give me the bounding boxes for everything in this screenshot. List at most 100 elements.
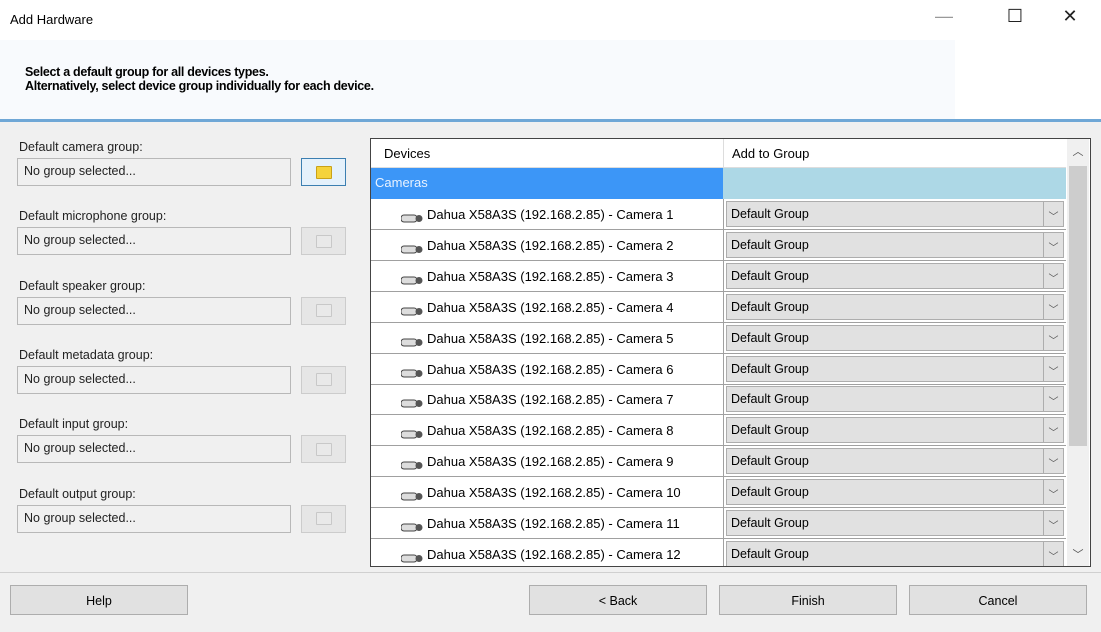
speaker-group-field[interactable]: No group selected... — [17, 296, 291, 325]
chevron-down-icon[interactable]: ﹀ — [1043, 480, 1063, 505]
column-header-add-to-group[interactable]: Add to Group — [723, 139, 1066, 167]
table-row[interactable]: Dahua X58A3S (192.168.2.85) - Camera 2 D… — [371, 229, 1066, 261]
camera-icon — [400, 520, 423, 532]
group-dropdown[interactable]: Default Group ﹀ — [726, 355, 1064, 382]
folder-icon — [315, 512, 332, 525]
table-row[interactable]: Dahua X58A3S (192.168.2.85) - Camera 1 D… — [371, 199, 1066, 230]
scroll-up-icon[interactable]: ︿ — [1067, 143, 1089, 159]
folder-icon — [315, 304, 332, 318]
camera-group-field[interactable]: No group selected... — [17, 158, 291, 186]
table-row[interactable]: Dahua X58A3S (192.168.2.85) - Camera 9 D… — [371, 446, 1066, 478]
group-dropdown[interactable]: Default Group ﹀ — [726, 293, 1064, 320]
chevron-down-icon[interactable]: ﹀ — [1043, 356, 1063, 381]
microphone-group-browse-button[interactable] — [301, 227, 346, 256]
finish-button[interactable]: Finish — [719, 585, 897, 615]
device-name: Dahua X58A3S (192.168.2.85) - Camera 12 — [427, 546, 681, 562]
folder-icon — [315, 442, 332, 456]
folder-icon — [315, 165, 332, 179]
device-name: Dahua X58A3S (192.168.2.85) - Camera 11 — [427, 516, 680, 531]
device-name: Dahua X58A3S (192.168.2.85) - Camera 9 — [427, 454, 674, 470]
table-row[interactable]: Dahua X58A3S (192.168.2.85) - Camera 10 … — [371, 477, 1066, 509]
input-group-browse-button[interactable] — [301, 435, 346, 464]
title-bar: Add Hardware — ☐ ✕ — [0, 0, 1101, 40]
folder-icon — [315, 373, 332, 387]
back-button[interactable]: < Back — [529, 585, 707, 615]
device-name: Dahua X58A3S (192.168.2.85) - Camera 7 — [427, 392, 674, 408]
output-group-label: Default output group: — [19, 486, 136, 501]
output-group-field[interactable]: No group selected... — [17, 504, 291, 533]
table-row[interactable]: Dahua X58A3S (192.168.2.85) - Camera 5 D… — [371, 322, 1066, 354]
group-dropdown[interactable]: Default Group ﹀ — [726, 479, 1064, 506]
microphone-group-label: Default microphone group: — [19, 209, 167, 224]
group-dropdown[interactable]: Default Group ﹀ — [726, 262, 1064, 289]
instructions-header: Select a default group for all devices t… — [0, 40, 1101, 119]
camera-icon — [400, 335, 423, 347]
chevron-down-icon[interactable]: ﹀ — [1043, 449, 1063, 474]
camera-icon — [400, 273, 423, 285]
camera-icon — [400, 211, 423, 223]
table-row[interactable]: Dahua X58A3S (192.168.2.85) - Camera 8 D… — [371, 415, 1066, 447]
camera-icon — [400, 458, 423, 470]
device-name: Dahua X58A3S (192.168.2.85) - Camera 5 — [427, 330, 674, 346]
camera-icon — [400, 551, 423, 563]
divider — [0, 119, 1101, 122]
maximize-button[interactable]: ☐ — [995, 6, 1035, 32]
speaker-group-label: Default speaker group: — [19, 278, 146, 293]
device-name: Dahua X58A3S (192.168.2.85) - Camera 4 — [427, 299, 674, 315]
camera-icon — [400, 427, 423, 439]
input-group-field[interactable]: No group selected... — [17, 435, 291, 464]
group-dropdown[interactable]: Default Group ﹀ — [726, 417, 1064, 444]
table-row[interactable]: Dahua X58A3S (192.168.2.85) - Camera 4 D… — [371, 291, 1066, 323]
device-name: Dahua X58A3S (192.168.2.85) - Camera 2 — [427, 237, 674, 253]
close-button[interactable]: ✕ — [1050, 6, 1090, 32]
table-header: Devices Add to Group — [371, 139, 1066, 168]
metadata-group-label: Default metadata group: — [19, 347, 154, 362]
device-name: Dahua X58A3S (192.168.2.85) - Camera 6 — [427, 361, 674, 377]
category-row-cameras[interactable]: Cameras — [371, 168, 1066, 199]
device-name: Dahua X58A3S (192.168.2.85) - Camera 8 — [427, 423, 674, 439]
group-dropdown[interactable]: Default Group ﹀ — [726, 201, 1064, 227]
output-group-browse-button[interactable] — [301, 504, 346, 533]
camera-icon — [400, 489, 423, 501]
group-dropdown[interactable]: Default Group ﹀ — [726, 448, 1064, 475]
group-dropdown[interactable]: Default Group ﹀ — [726, 231, 1064, 258]
table-row[interactable]: Dahua X58A3S (192.168.2.85) - Camera 11 … — [371, 508, 1066, 539]
help-button[interactable]: Help — [10, 585, 188, 615]
group-dropdown[interactable]: Default Group ﹀ — [726, 510, 1064, 536]
table-row[interactable]: Dahua X58A3S (192.168.2.85) - Camera 3 D… — [371, 260, 1066, 292]
camera-icon — [400, 396, 423, 408]
chevron-down-icon[interactable]: ﹀ — [1043, 263, 1063, 288]
cancel-button[interactable]: Cancel — [909, 585, 1087, 615]
column-header-devices[interactable]: Devices — [371, 139, 723, 167]
scroll-down-icon[interactable]: ﹀ — [1067, 546, 1089, 562]
scrollbar-thumb[interactable] — [1069, 166, 1087, 446]
table-row[interactable]: Dahua X58A3S (192.168.2.85) - Camera 12 … — [371, 538, 1066, 566]
minimize-button[interactable]: — — [924, 6, 964, 32]
vertical-scrollbar[interactable]: ︿ ﹀ — [1067, 139, 1089, 566]
chevron-down-icon[interactable]: ﹀ — [1043, 511, 1063, 535]
chevron-down-icon[interactable]: ﹀ — [1043, 387, 1063, 412]
microphone-group-field[interactable]: No group selected... — [17, 227, 291, 256]
chevron-down-icon[interactable]: ﹀ — [1043, 202, 1063, 226]
chevron-down-icon[interactable]: ﹀ — [1043, 325, 1063, 350]
chevron-down-icon[interactable]: ﹀ — [1043, 294, 1063, 319]
chevron-down-icon[interactable]: ﹀ — [1043, 232, 1063, 257]
group-dropdown[interactable]: Default Group ﹀ — [726, 540, 1064, 566]
camera-group-browse-button[interactable] — [301, 158, 346, 186]
chevron-down-icon[interactable]: ﹀ — [1043, 418, 1063, 443]
table-row[interactable]: Dahua X58A3S (192.168.2.85) - Camera 7 D… — [371, 384, 1066, 416]
device-name: Dahua X58A3S (192.168.2.85) - Camera 3 — [427, 268, 674, 284]
device-name: Dahua X58A3S (192.168.2.85) - Camera 1 — [427, 207, 674, 222]
table-row[interactable]: Dahua X58A3S (192.168.2.85) - Camera 6 D… — [371, 353, 1066, 385]
instruction-line-2: Alternatively, select device group indiv… — [25, 79, 374, 93]
metadata-group-browse-button[interactable] — [301, 365, 346, 394]
group-dropdown[interactable]: Default Group ﹀ — [726, 324, 1064, 351]
instruction-line-1: Select a default group for all devices t… — [25, 65, 269, 79]
speaker-group-browse-button[interactable] — [301, 296, 346, 325]
window-title: Add Hardware — [10, 12, 94, 27]
group-dropdown[interactable]: Default Group ﹀ — [726, 386, 1064, 413]
camera-icon — [400, 366, 423, 378]
metadata-group-field[interactable]: No group selected... — [17, 365, 291, 394]
chevron-down-icon[interactable]: ﹀ — [1043, 541, 1063, 566]
camera-icon — [400, 304, 423, 316]
